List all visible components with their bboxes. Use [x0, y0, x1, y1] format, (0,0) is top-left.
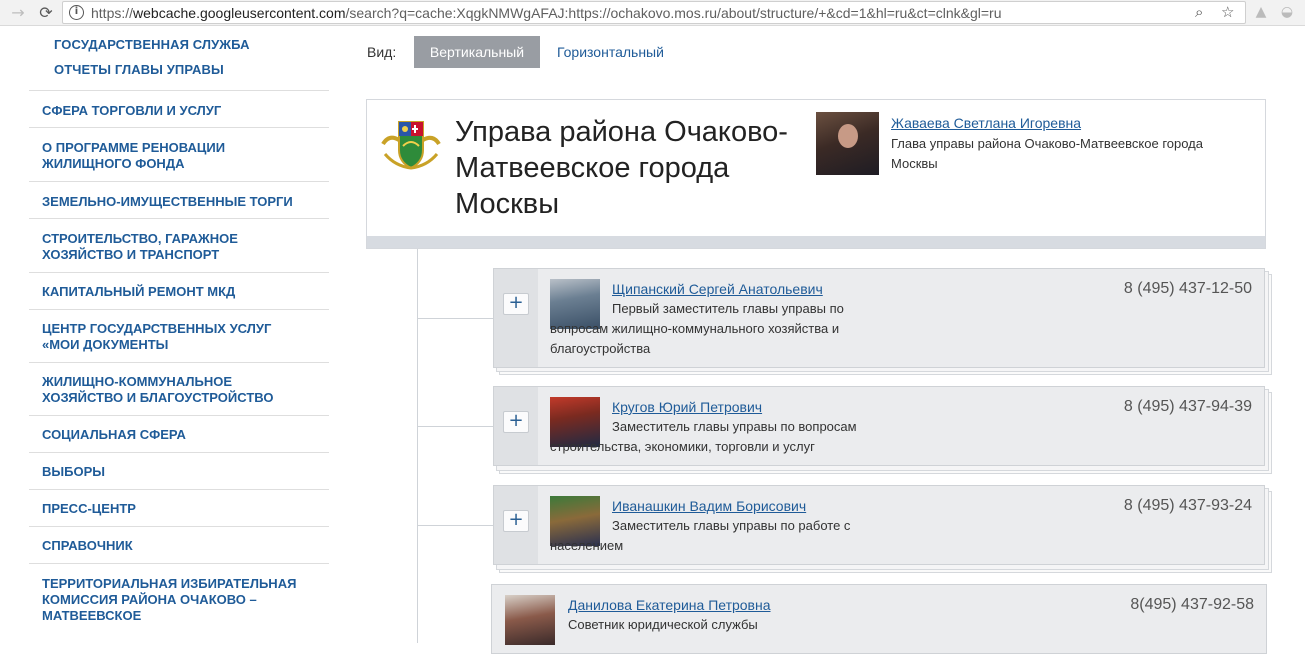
- sidebar-item[interactable]: ПРЕСС-ЦЕНТР: [29, 489, 329, 526]
- info-icon[interactable]: i: [69, 5, 84, 20]
- staff-role: Заместитель главы управы по вопросам стр…: [550, 419, 857, 454]
- org-title: Управа района Очаково-Матвеевское города…: [455, 116, 788, 220]
- staff-name-link[interactable]: Иванашкин Вадим Борисович: [612, 498, 806, 514]
- browser-toolbar: → ⟳ i https://webcache.googleusercontent…: [0, 0, 1305, 26]
- staff-role: Советник юридической службы: [568, 617, 758, 632]
- staff-phone: 8 (495) 437-94-39: [1123, 398, 1252, 415]
- sidebar-item[interactable]: ЗЕМЕЛЬНО-ИМУЩЕСТВЕННЫЕ ТОРГИ: [29, 181, 329, 218]
- org-head-card: Управа района Очаково-Матвеевское города…: [366, 99, 1266, 249]
- head-name-link[interactable]: Жаваева Светлана Игоревна: [891, 115, 1081, 131]
- staff-photo: [505, 595, 555, 645]
- extension-icon[interactable]: ▲: [1252, 3, 1270, 21]
- plus-icon[interactable]: +: [503, 510, 529, 532]
- staff-name-link[interactable]: Данилова Екатерина Петровна: [568, 597, 771, 613]
- head-role: Глава управы района Очаково-Матвеевское …: [891, 136, 1203, 171]
- staff-phone: 8 (495) 437-93-24: [1123, 497, 1252, 514]
- sidebar-item[interactable]: ТЕРРИТОРИАЛЬНАЯ ИЗБИРАТЕЛЬНАЯ КОМИССИЯ Р…: [29, 563, 329, 643]
- left-sidebar: ГОСУДАРСТВЕННАЯ СЛУЖБА ОТЧЕТЫ ГЛАВЫ УПРА…: [0, 27, 330, 643]
- plus-icon[interactable]: +: [503, 293, 529, 315]
- staff-phone: 8 (495) 437-12-50: [1123, 280, 1252, 297]
- sidebar-item[interactable]: ВЫБОРЫ: [29, 452, 329, 489]
- sidebar-item[interactable]: СПРАВОЧНИК: [29, 526, 329, 563]
- view-vertical-button[interactable]: Вертикальный: [414, 36, 540, 68]
- sidebar-subitem[interactable]: ОТЧЕТЫ ГЛАВЫ УПРАВЫ: [54, 62, 224, 77]
- view-label: Вид:: [367, 44, 397, 60]
- sidebar-item[interactable]: КАПИТАЛЬНЫЙ РЕМОНТ МКД: [29, 272, 329, 309]
- sidebar-item[interactable]: СОЦИАЛЬНАЯ СФЕРА: [29, 415, 329, 452]
- sidebar-item[interactable]: СТРОИТЕЛЬСТВО, ГАРАЖНОЕ ХОЗЯЙСТВО И ТРАН…: [29, 218, 329, 272]
- sidebar-item[interactable]: СФЕРА ТОРГОВЛИ И УСЛУГ: [29, 90, 329, 127]
- head-photo: [816, 112, 879, 175]
- star-icon[interactable]: ☆: [1221, 3, 1234, 21]
- view-horizontal-button[interactable]: Горизонтальный: [557, 44, 664, 60]
- staff-card: + Кругов Юрий Петрович 8 (495) 437-94-39…: [493, 386, 1265, 466]
- staff-name-link[interactable]: Щипанский Сергей Анатольевич: [612, 281, 823, 297]
- staff-phone: 8(495) 437-92-58: [1130, 596, 1254, 613]
- card-bottom-bar: [367, 236, 1265, 248]
- staff-card: + Щипанский Сергей Анатольевич 8 (495) 4…: [493, 268, 1265, 368]
- sidebar-item[interactable]: О ПРОГРАММЕ РЕНОВАЦИИ ЖИЛИЩНОГО ФОНДА: [29, 127, 329, 181]
- staff-card: + Иванашкин Вадим Борисович 8 (495) 437-…: [493, 485, 1265, 565]
- tree-connector: [417, 318, 493, 319]
- forward-arrow-icon[interactable]: →: [8, 3, 28, 23]
- sidebar-subitem[interactable]: ГОСУДАРСТВЕННАЯ СЛУЖБА: [54, 37, 250, 52]
- plus-icon[interactable]: +: [503, 411, 529, 433]
- district-emblem-icon: [379, 114, 443, 172]
- card-left-strip: [494, 269, 538, 367]
- staff-role: Первый заместитель главы управы по вопро…: [550, 301, 844, 356]
- sidebar-item[interactable]: ЖИЛИЩНО-КОММУНАЛЬНОЕ ХОЗЯЙСТВО И БЛАГОУС…: [29, 362, 329, 415]
- tree-connector: [417, 525, 493, 526]
- url-text[interactable]: https://webcache.googleusercontent.com/s…: [91, 5, 1002, 21]
- tree-connector: [417, 249, 418, 643]
- sidebar-item[interactable]: ЦЕНТР ГОСУДАРСТВЕННЫХ УСЛУГ «МОИ ДОКУМЕН…: [29, 309, 329, 362]
- tree-connector: [417, 426, 493, 427]
- address-bar[interactable]: i https://webcache.googleusercontent.com…: [62, 1, 1246, 24]
- staff-card: Данилова Екатерина Петровна 8(495) 437-9…: [491, 584, 1267, 654]
- zoom-icon[interactable]: ⌕: [1195, 3, 1203, 21]
- extension-icon-2[interactable]: ◒: [1278, 3, 1296, 21]
- staff-role: Заместитель главы управы по работе с нас…: [550, 518, 851, 553]
- reload-icon[interactable]: ⟳: [36, 3, 56, 23]
- staff-name-link[interactable]: Кругов Юрий Петрович: [612, 399, 762, 415]
